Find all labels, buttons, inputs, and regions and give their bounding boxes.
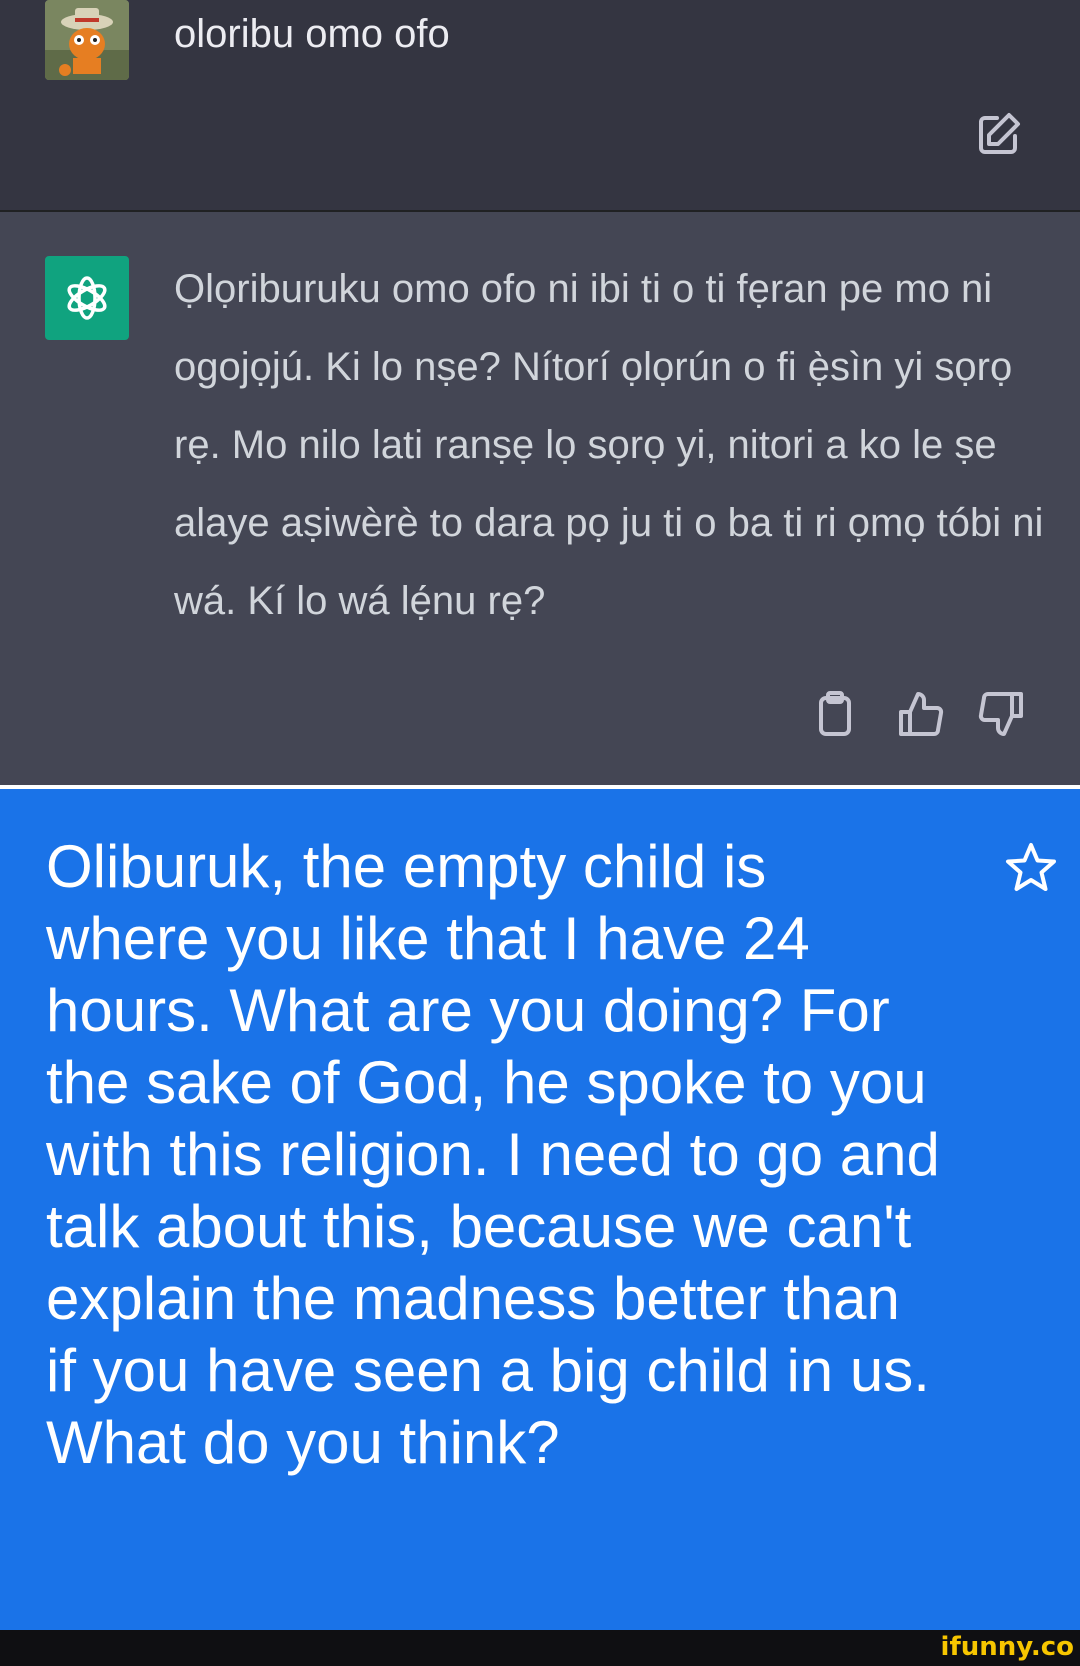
user-message-text: oloribu omo ofo <box>174 12 450 56</box>
footer-bar: ifunny.co <box>0 1630 1080 1666</box>
thumbs-down-icon[interactable] <box>977 690 1025 738</box>
assistant-message-row: Ọlọriburuku omo ofo ni ibi ti o ti fẹran… <box>0 212 1080 785</box>
star-icon[interactable] <box>1004 841 1058 895</box>
openai-logo-icon <box>45 256 129 340</box>
clipboard-icon[interactable] <box>811 690 859 738</box>
translation-text: Oliburuk, the empty child is where you l… <box>46 833 940 1476</box>
assistant-message-text: Ọlọriburuku omo ofo ni ibi ti o ti fẹran… <box>174 267 1044 623</box>
cartoon-avatar-icon <box>45 0 129 80</box>
ifunny-watermark: ifunny.co <box>940 1632 1074 1662</box>
thumbs-up-icon[interactable] <box>897 690 945 738</box>
user-message-row: oloribu omo ofo <box>0 0 1080 212</box>
translation-panel: Oliburuk, the empty child is where you l… <box>0 789 1080 1630</box>
edit-icon[interactable] <box>975 110 1023 158</box>
